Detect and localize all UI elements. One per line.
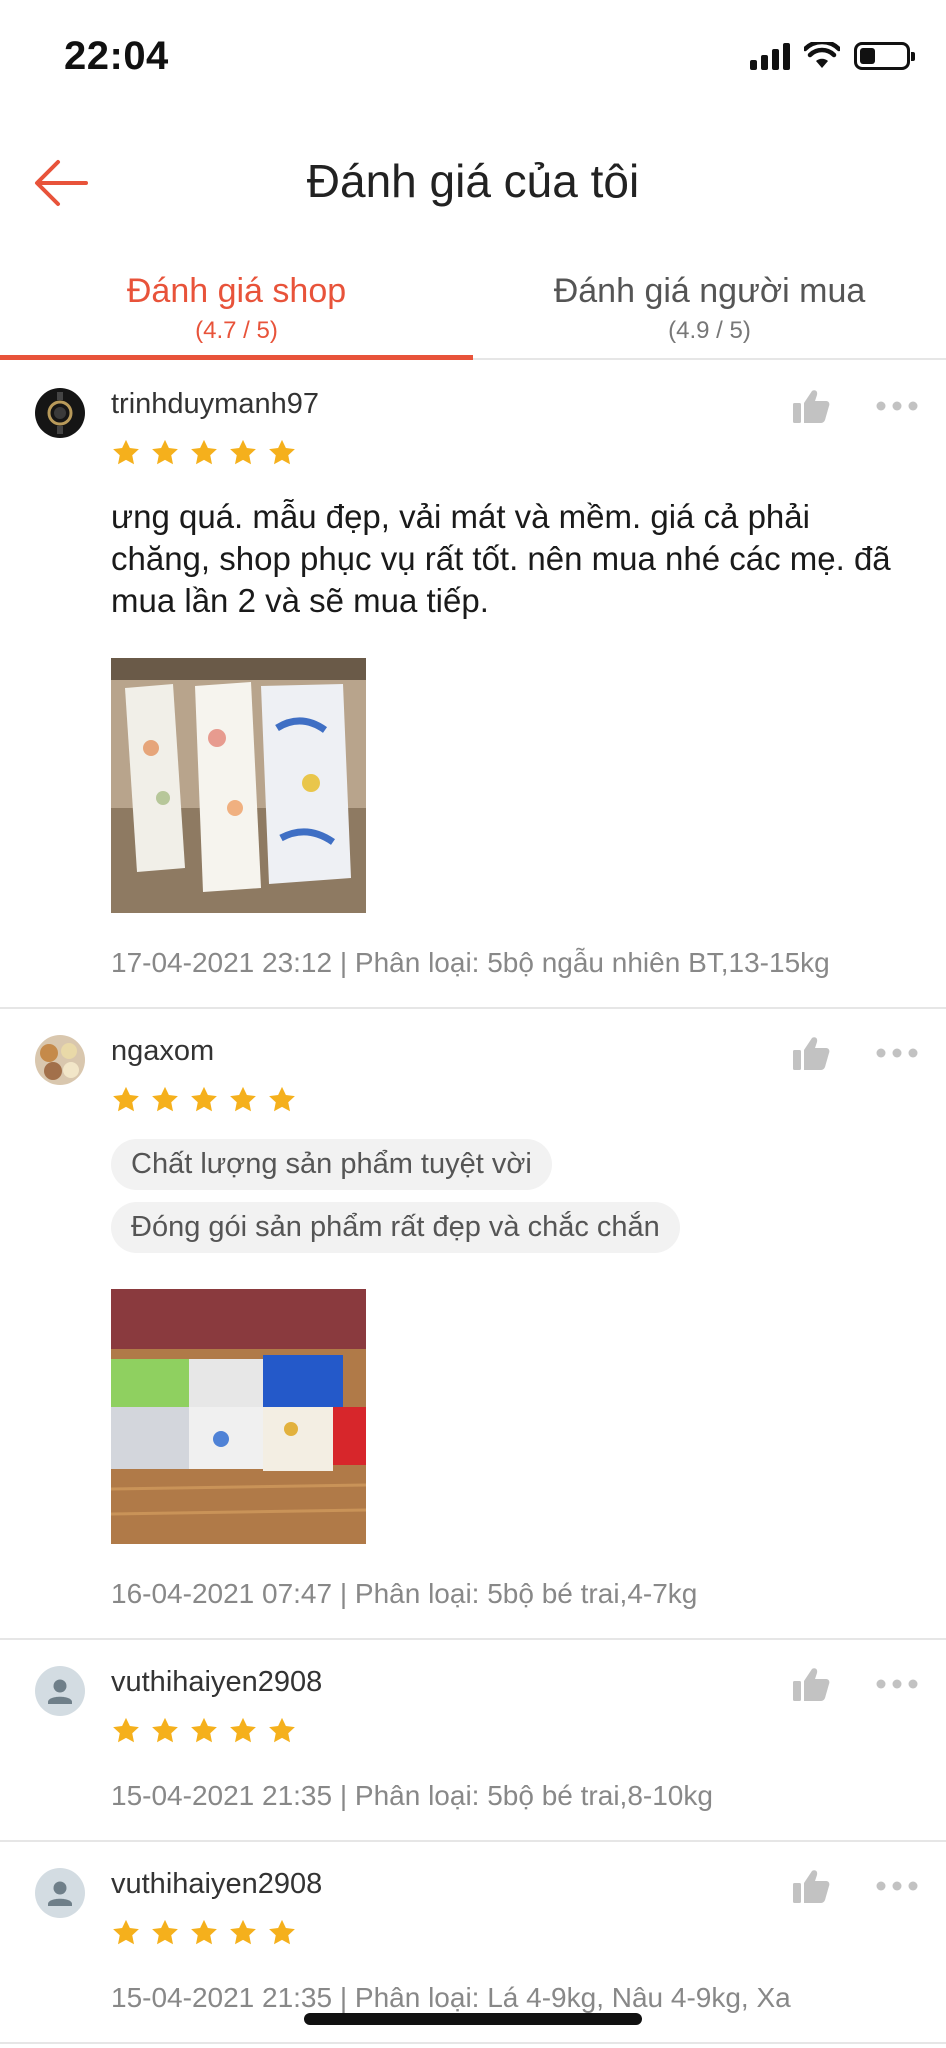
- more-dots-icon: [876, 1881, 918, 1891]
- review-photo[interactable]: [111, 1289, 366, 1544]
- cellular-signal-icon: [750, 42, 790, 70]
- star-icon: [113, 1086, 139, 1112]
- my-reviews-screen: 22:04 Đánh giá của tôi Đánh giá shop (4.…: [0, 0, 946, 2048]
- review-photo[interactable]: [111, 658, 366, 913]
- tab-score: (4.9 / 5): [668, 317, 751, 344]
- review-actions: [792, 1035, 918, 1071]
- avatar[interactable]: [35, 388, 85, 438]
- thumbs-up-icon: [793, 1870, 830, 1903]
- status-icons: [750, 42, 915, 70]
- star-icon: [113, 439, 139, 465]
- like-button[interactable]: [792, 1868, 830, 1904]
- home-indicator[interactable]: [304, 2013, 642, 2025]
- review-tag: Đóng gói sản phẩm rất đẹp và chắc chắn: [111, 1202, 680, 1253]
- star-icon: [191, 1086, 217, 1112]
- star-icon: [152, 1919, 178, 1945]
- header: Đánh giá của tôi: [0, 118, 946, 248]
- review-meta: 16-04-2021 07:47 | Phân loại: 5bộ bé tra…: [111, 1578, 698, 1609]
- thumbs-up-icon: [793, 1037, 830, 1070]
- avatar[interactable]: [35, 1868, 85, 1918]
- person-icon: [48, 1679, 72, 1704]
- review-actions: [792, 1868, 918, 1904]
- status-bar: 22:04: [0, 0, 946, 118]
- review-meta: 17-04-2021 23:12 | Phân loại: 5bộ ngẫu n…: [111, 947, 830, 978]
- star-rating: [111, 1918, 946, 1948]
- star-icon: [269, 1717, 295, 1743]
- status-time: 22:04: [64, 34, 169, 78]
- tab-label: Đánh giá người mua: [553, 272, 866, 310]
- avatar[interactable]: [35, 1666, 85, 1716]
- star-icon: [269, 1086, 295, 1112]
- review-comment: ưng quá. mẫu đẹp, vải mát và mềm. giá cả…: [111, 498, 891, 619]
- review-actions: [792, 388, 918, 424]
- review-item: ngaxom Chất lượng sản phẩm tuyệt vời Đón…: [0, 1009, 946, 1640]
- wifi-icon: [804, 42, 840, 68]
- review-list: trinhduymanh97 ưng quá. mẫu đẹp, vải mát…: [0, 362, 946, 2044]
- review-meta: 15-04-2021 21:35 | Phân loại: Lá 4-9kg, …: [111, 1982, 791, 2013]
- star-icon: [230, 1919, 256, 1945]
- thumbs-up-icon: [793, 1668, 830, 1701]
- star-rating: [111, 1085, 946, 1115]
- more-button[interactable]: [876, 1880, 918, 1892]
- like-button[interactable]: [792, 1666, 830, 1702]
- review-item: trinhduymanh97 ưng quá. mẫu đẹp, vải mát…: [0, 362, 946, 1009]
- more-dots-icon: [876, 1048, 918, 1058]
- star-rating: [111, 1716, 946, 1746]
- review-item: vuthihaiyen2908 15-04-2021 21:35 | Phân …: [0, 1640, 946, 1842]
- person-icon: [48, 1881, 72, 1906]
- tab-buyer-reviews[interactable]: Đánh giá người mua (4.9 / 5): [473, 252, 946, 358]
- more-button[interactable]: [876, 400, 918, 412]
- review-tag: Chất lượng sản phẩm tuyệt vời: [111, 1139, 552, 1190]
- star-icon: [152, 439, 178, 465]
- avatar[interactable]: [35, 1035, 85, 1085]
- star-rating: [111, 438, 946, 468]
- more-button[interactable]: [876, 1678, 918, 1690]
- star-icon: [191, 1919, 217, 1945]
- star-icon: [230, 1717, 256, 1743]
- star-icon: [230, 439, 256, 465]
- star-icon: [152, 1717, 178, 1743]
- more-dots-icon: [876, 1679, 918, 1689]
- star-icon: [113, 1919, 139, 1945]
- star-icon: [269, 1919, 295, 1945]
- star-icon: [152, 1086, 178, 1112]
- battery-icon: [854, 42, 915, 70]
- review-tags: Chất lượng sản phẩm tuyệt vời Đóng gói s…: [111, 1139, 946, 1253]
- like-button[interactable]: [792, 388, 830, 424]
- more-button[interactable]: [876, 1047, 918, 1059]
- tab-shop-reviews[interactable]: Đánh giá shop (4.7 / 5): [0, 252, 473, 360]
- like-button[interactable]: [792, 1035, 830, 1071]
- star-icon: [113, 1717, 139, 1743]
- star-icon: [230, 1086, 256, 1112]
- tab-score: (4.7 / 5): [195, 317, 278, 344]
- star-icon: [269, 439, 295, 465]
- thumbs-up-icon: [793, 390, 830, 423]
- star-icon: [191, 1717, 217, 1743]
- star-icon: [191, 439, 217, 465]
- more-dots-icon: [876, 401, 918, 411]
- tab-bar: Đánh giá shop (4.7 / 5) Đánh giá người m…: [0, 252, 946, 360]
- review-actions: [792, 1666, 918, 1702]
- page-title: Đánh giá của tôi: [306, 155, 640, 207]
- review-meta: 15-04-2021 21:35 | Phân loại: 5bộ bé tra…: [111, 1780, 713, 1811]
- tab-label: Đánh giá shop: [126, 272, 347, 310]
